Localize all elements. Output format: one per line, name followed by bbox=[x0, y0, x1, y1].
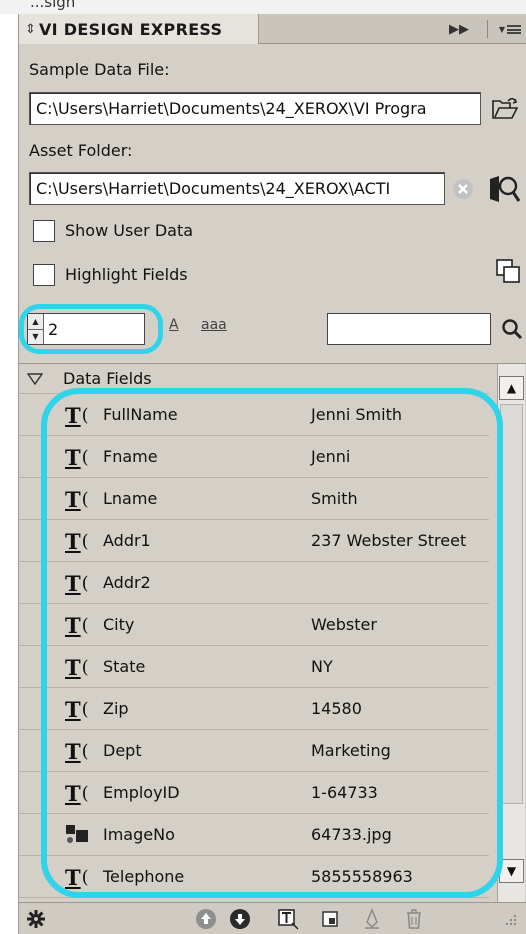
field-name: City bbox=[103, 615, 135, 634]
field-name: State bbox=[103, 657, 146, 676]
collapse-panel-icon[interactable]: ▶▶ bbox=[439, 14, 479, 44]
scroll-thumb[interactable] bbox=[500, 404, 523, 804]
data-fields-list: Data Fields T( FullName Jenni Smith T( F… bbox=[19, 363, 526, 903]
text-field-icon: T( bbox=[65, 570, 89, 596]
pen-tool-icon[interactable] bbox=[359, 907, 385, 931]
settings-gear-icon[interactable] bbox=[23, 907, 49, 931]
field-value: NY bbox=[311, 657, 333, 676]
field-name: Lname bbox=[103, 489, 158, 508]
panel-tab[interactable]: ⇕ VI DESIGN EXPRESS bbox=[19, 14, 259, 44]
field-value: 64733.jpg bbox=[311, 825, 392, 844]
field-value: 1-64733 bbox=[311, 783, 378, 802]
text-field-icon: T( bbox=[65, 696, 89, 722]
record-number-value: 2 bbox=[48, 319, 59, 339]
field-value: Webster bbox=[311, 615, 377, 634]
sample-data-label: Sample Data File: bbox=[29, 60, 170, 79]
field-name: Fname bbox=[103, 447, 158, 466]
data-field-row[interactable]: T( Telephone 5855558963 bbox=[19, 856, 489, 898]
text-field-icon: T( bbox=[65, 444, 89, 470]
field-value: Jenni bbox=[311, 447, 351, 466]
field-value: 237 Webster Street bbox=[311, 531, 467, 550]
text-field-icon: T( bbox=[65, 486, 89, 512]
field-value: 5855558963 bbox=[311, 867, 413, 886]
panel-bottom-toolbar bbox=[19, 902, 526, 934]
data-field-row[interactable]: T( Zip 14580 bbox=[19, 688, 489, 730]
vi-design-express-panel: ⇕ VI DESIGN EXPRESS ▶▶ ▼ Sample Data Fil… bbox=[18, 14, 526, 934]
scroll-down-icon[interactable]: ▼ bbox=[499, 859, 524, 883]
data-field-row[interactable]: T( EmployID 1-64733 bbox=[19, 772, 489, 814]
field-name: Dept bbox=[103, 741, 142, 760]
text-field-icon: T( bbox=[65, 528, 89, 554]
whole-word-toggle[interactable]: aaa bbox=[201, 317, 227, 333]
text-field-icon: T( bbox=[65, 780, 89, 806]
text-field-icon: T( bbox=[65, 738, 89, 764]
data-field-rows: T( FullName Jenni Smith T( Fname Jenni T… bbox=[19, 394, 489, 898]
field-name: Zip bbox=[103, 699, 129, 718]
image-field-icon bbox=[65, 823, 99, 847]
vertical-scrollbar[interactable]: ▲ ▼ bbox=[497, 364, 525, 903]
asset-folder-path-field[interactable]: C:\Users\Harriet\Documents\24_XEROX\ACTI bbox=[29, 172, 445, 205]
field-value: Marketing bbox=[311, 741, 391, 760]
data-fields-label: Data Fields bbox=[63, 369, 152, 388]
window-title-fragment: ...sign bbox=[30, 0, 76, 11]
resize-grip-icon[interactable] bbox=[497, 907, 523, 931]
field-name: EmployID bbox=[103, 783, 180, 802]
data-field-row[interactable]: T( Fname Jenni bbox=[19, 436, 489, 478]
highlight-fields-label: Highlight Fields bbox=[65, 265, 188, 284]
field-name: ImageNo bbox=[103, 825, 175, 844]
field-value: Smith bbox=[311, 489, 358, 508]
data-field-row[interactable]: T( Addr1 237 Webster Street bbox=[19, 520, 489, 562]
duplicate-frames-icon[interactable] bbox=[493, 256, 523, 286]
field-name: Addr2 bbox=[103, 573, 151, 592]
text-field-icon: T( bbox=[65, 402, 89, 428]
data-field-row[interactable]: T( Lname Smith bbox=[19, 478, 489, 520]
data-field-row[interactable]: T( State NY bbox=[19, 646, 489, 688]
search-icon[interactable] bbox=[499, 316, 525, 342]
field-name: Addr1 bbox=[103, 531, 151, 550]
panel-title: VI DESIGN EXPRESS bbox=[39, 19, 223, 39]
highlight-fields-checkbox[interactable] bbox=[33, 264, 55, 286]
record-number-stepper[interactable]: ▲ ▼ 2 bbox=[27, 313, 145, 345]
match-case-toggle[interactable]: A bbox=[169, 317, 179, 333]
text-field-icon: T( bbox=[65, 654, 89, 680]
clear-path-icon[interactable] bbox=[449, 176, 477, 202]
field-name: Telephone bbox=[103, 867, 185, 886]
show-user-data-label: Show User Data bbox=[65, 221, 194, 240]
browse-folder-icon[interactable] bbox=[485, 172, 523, 206]
show-user-data-checkbox[interactable] bbox=[33, 220, 55, 242]
data-field-row[interactable]: T( City Webster bbox=[19, 604, 489, 646]
open-folder-icon[interactable] bbox=[489, 94, 521, 124]
move-down-icon[interactable] bbox=[227, 907, 253, 931]
header-divider bbox=[487, 20, 488, 38]
data-fields-section-header[interactable]: Data Fields bbox=[19, 364, 489, 394]
field-value: 14580 bbox=[311, 699, 362, 718]
data-field-row[interactable]: ImageNo 64733.jpg bbox=[19, 814, 489, 856]
data-field-row[interactable]: T( Addr2 bbox=[19, 562, 489, 604]
asset-folder-label: Asset Folder: bbox=[29, 141, 133, 160]
disclosure-triangle-icon[interactable] bbox=[27, 372, 63, 385]
sample-data-path-field[interactable]: C:\Users\Harriet\Documents\24_XEROX\VI P… bbox=[29, 92, 481, 125]
place-frame-icon[interactable] bbox=[317, 907, 343, 931]
trash-icon[interactable] bbox=[401, 907, 427, 931]
data-field-row[interactable]: T( FullName Jenni Smith bbox=[19, 394, 489, 436]
text-field-icon: T( bbox=[65, 864, 89, 890]
tab-grip-icon: ⇕ bbox=[25, 21, 36, 37]
field-name: FullName bbox=[103, 405, 178, 424]
text-field-icon: T( bbox=[65, 612, 89, 638]
insert-field-icon[interactable] bbox=[275, 907, 301, 931]
data-field-row[interactable]: T( Dept Marketing bbox=[19, 730, 489, 772]
panel-menu-icon[interactable]: ▼ bbox=[493, 14, 526, 44]
decrement-record-icon[interactable]: ▼ bbox=[28, 330, 43, 345]
panel-tab-bar: ⇕ VI DESIGN EXPRESS ▶▶ ▼ bbox=[19, 14, 526, 44]
field-value: Jenni Smith bbox=[311, 405, 402, 424]
move-up-icon[interactable] bbox=[193, 907, 219, 931]
increment-record-icon[interactable]: ▲ bbox=[28, 314, 43, 330]
scroll-up-icon[interactable]: ▲ bbox=[499, 376, 524, 400]
find-field-input[interactable] bbox=[327, 313, 491, 345]
window-title-strip: ...sign bbox=[0, 0, 526, 14]
